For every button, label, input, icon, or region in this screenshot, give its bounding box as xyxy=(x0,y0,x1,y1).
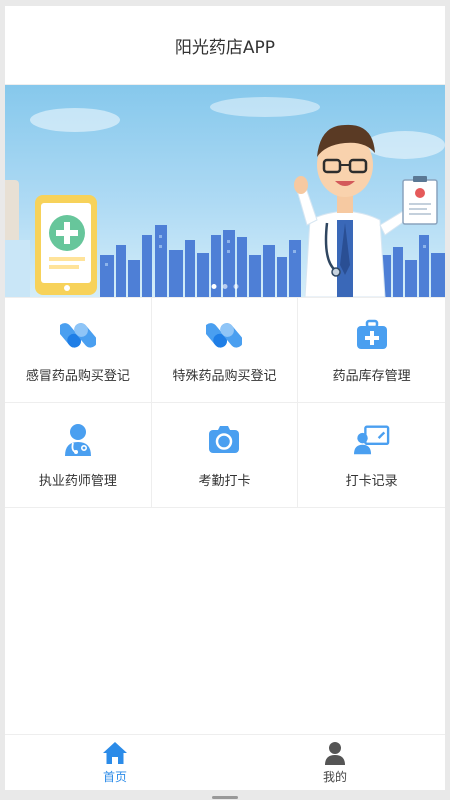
function-grid: 感冒药品购买登记 特殊药品购买登记 药品库存管理 执业药师管理 考勤打卡 打卡记… xyxy=(5,297,445,508)
camera-icon xyxy=(206,422,242,458)
doctor-icon xyxy=(60,422,96,458)
grid-item-cold-medicine-register[interactable]: 感冒药品购买登记 xyxy=(5,298,152,403)
grid-item-attendance-checkin[interactable]: 考勤打卡 xyxy=(151,403,299,508)
carousel-dots xyxy=(211,284,239,289)
home-indicator[interactable] xyxy=(212,796,238,799)
presentation-user-icon xyxy=(353,422,390,458)
pills-icon xyxy=(206,317,243,353)
grid-item-checkin-records[interactable]: 打卡记录 xyxy=(298,403,445,508)
pills-icon xyxy=(59,317,96,353)
grid-item-label: 感冒药品购买登记 xyxy=(25,368,130,384)
grid-item-label: 执业药师管理 xyxy=(38,473,117,489)
grid-item-label: 药品库存管理 xyxy=(332,368,411,384)
tab-home-label: 首页 xyxy=(102,770,127,784)
banner-illustration xyxy=(5,97,445,297)
page-title: 阳光药店APP xyxy=(174,37,276,58)
grid-item-label: 特殊药品购买登记 xyxy=(172,368,277,384)
tab-mine[interactable]: 我的 xyxy=(225,735,445,790)
tab-mine-label: 我的 xyxy=(322,770,347,784)
grid-item-special-medicine-register[interactable]: 特殊药品购买登记 xyxy=(151,298,299,403)
grid-item-label: 打卡记录 xyxy=(345,473,398,489)
bottom-tab-bar: 首页 我的 xyxy=(5,734,445,790)
app-screen: 阳光药店APP 感冒药品购买登记 特殊药品购买登记 药品库存管理 执业药师管理 … xyxy=(5,6,445,790)
carousel-dot-active[interactable] xyxy=(211,284,217,289)
app-header: 阳光药店APP xyxy=(5,6,445,85)
medical-kit-icon xyxy=(354,317,390,353)
user-icon xyxy=(322,740,348,766)
grid-item-pharmacist-management[interactable]: 执业药师管理 xyxy=(5,403,152,508)
carousel-dot[interactable] xyxy=(222,284,228,289)
home-icon xyxy=(102,740,128,766)
grid-item-inventory-management[interactable]: 药品库存管理 xyxy=(298,298,445,403)
carousel-dot[interactable] xyxy=(233,284,239,289)
tab-home[interactable]: 首页 xyxy=(5,735,225,790)
grid-item-label: 考勤打卡 xyxy=(198,473,251,489)
banner-carousel[interactable] xyxy=(5,85,445,297)
